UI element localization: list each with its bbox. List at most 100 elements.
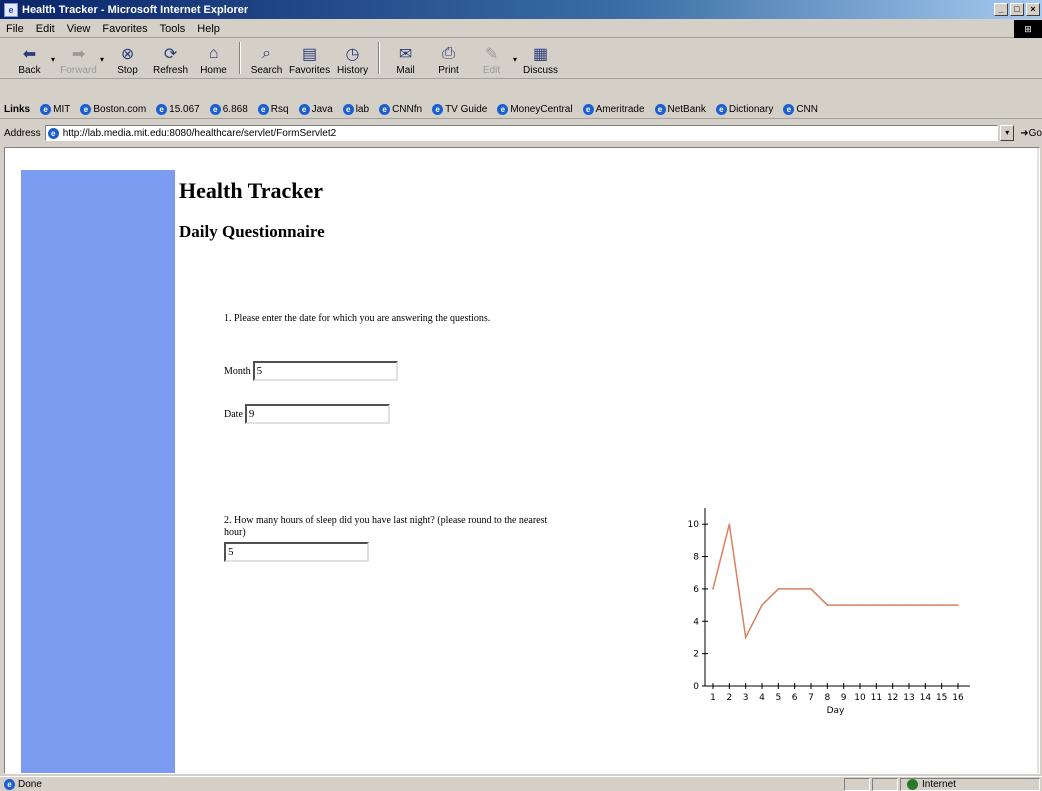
data-point <box>957 604 959 606</box>
print-icon: ⎙ <box>442 45 455 62</box>
ie-page-icon: e <box>582 104 594 115</box>
status-text: Done <box>18 778 42 790</box>
data-point <box>924 604 927 606</box>
window-title: Health Tracker - Microsoft Internet Expl… <box>22 3 249 16</box>
address-label: Address <box>4 127 41 139</box>
page-viewport: Health Tracker Daily Questionnaire 1. Pl… <box>4 147 1040 774</box>
x-tick-label: 1 <box>710 693 716 703</box>
back-dropdown-icon[interactable]: ▾ <box>51 55 55 64</box>
link-tv-guide[interactable]: e TV Guide <box>432 104 487 115</box>
windows-logo-icon: ⊞ <box>1014 20 1042 38</box>
standard-toolbar: ⬅ Back ▾ ➡ Forward ▾ ⊗ Stop ⟳ Refresh ⌂ Home … <box>0 39 1042 79</box>
menu-favorites[interactable]: Favorites <box>102 23 147 35</box>
ie-page-icon: e <box>209 104 221 115</box>
data-point <box>728 523 731 525</box>
sidebar-panel <box>21 170 175 773</box>
link-dictionary[interactable]: e Dictionary <box>715 104 773 115</box>
ie-page-icon: e <box>783 104 795 115</box>
x-tick-label: 14 <box>920 693 932 703</box>
question-2-label: 2. How many hours of sleep did you have … <box>224 515 548 538</box>
data-point <box>761 604 763 606</box>
edit-button[interactable]: ✎ Edit <box>470 40 513 78</box>
data-point <box>793 588 796 590</box>
question-1-label: 1. Please enter the date for which you a… <box>224 313 491 324</box>
x-axis-label: Day <box>827 706 845 716</box>
link-15067[interactable]: e 15.067 <box>156 104 200 115</box>
page-content: Health Tracker Daily Questionnaire <box>179 178 1019 242</box>
print-button[interactable]: ⎙ Print <box>427 40 470 78</box>
forward-dropdown-icon[interactable]: ▾ <box>100 55 104 64</box>
data-point <box>859 604 861 606</box>
ie-page-icon: e <box>298 104 310 115</box>
home-button[interactable]: ⌂ Home <box>192 40 235 78</box>
x-tick-label: 8 <box>824 693 830 703</box>
back-button[interactable]: ⬅ Back <box>8 40 51 78</box>
data-point <box>744 636 747 639</box>
link-ameritrade[interactable]: e Ameritrade <box>582 104 645 115</box>
y-tick-label: 6 <box>693 585 699 595</box>
link-netbank[interactable]: e NetBank <box>654 104 706 115</box>
close-button[interactable]: × <box>1026 3 1040 16</box>
link-moneycentral[interactable]: e MoneyCentral <box>497 104 573 115</box>
address-input[interactable]: e http://lab.media.mit.edu:8080/healthca… <box>44 125 999 141</box>
x-tick-label: 6 <box>792 693 798 703</box>
link-6868[interactable]: e 6.868 <box>209 104 248 115</box>
month-input[interactable]: 5 <box>252 361 398 381</box>
link-rsq[interactable]: e Rsq <box>257 104 289 115</box>
favorites-button[interactable]: ▤ Favorites <box>288 40 331 78</box>
date-input[interactable]: 9 <box>244 404 390 424</box>
link-cnn[interactable]: e CNN <box>783 104 818 115</box>
ie-page-icon: e <box>342 104 354 115</box>
menu-view[interactable]: View <box>67 23 91 35</box>
title-bar: e Health Tracker - Microsoft Internet Ex… <box>0 0 1042 19</box>
edit-dropdown-icon[interactable]: ▾ <box>513 55 517 64</box>
forward-button[interactable]: ➡ Forward <box>57 40 100 78</box>
refresh-button[interactable]: ⟳ Refresh <box>149 40 192 78</box>
link-mit[interactable]: e MIT <box>40 104 70 115</box>
ie-page-icon: e <box>497 104 509 115</box>
data-point <box>908 604 910 606</box>
sleep-hours-input[interactable]: 5 <box>224 542 369 562</box>
address-dropdown-icon[interactable]: ▾ <box>1000 125 1015 141</box>
link-boston[interactable]: e Boston.com <box>80 104 146 115</box>
ie-page-icon: e <box>156 104 168 115</box>
y-tick-label: 2 <box>693 650 699 660</box>
status-bar: e Done Internet <box>0 776 1042 791</box>
ie-page-icon: e <box>715 104 727 115</box>
security-zone: Internet <box>900 777 1040 791</box>
data-point <box>940 604 943 606</box>
ie-page-icon: e <box>379 104 391 115</box>
mail-icon: ✉ <box>398 46 413 63</box>
toolbar-separator <box>239 42 242 74</box>
menu-file[interactable]: File <box>6 23 24 35</box>
menu-help[interactable]: Help <box>197 23 220 35</box>
history-button[interactable]: ◷ History <box>331 40 374 78</box>
x-tick-label: 3 <box>743 693 749 703</box>
maximize-button[interactable]: □ <box>1010 3 1024 16</box>
y-tick-label: 4 <box>693 617 699 627</box>
menu-tools[interactable]: Tools <box>160 23 186 35</box>
sleep-field-row: 5 <box>224 542 369 562</box>
link-java[interactable]: e Java <box>298 104 333 115</box>
go-button[interactable]: ➜Go <box>1020 128 1042 139</box>
ie-page-icon: e <box>257 104 269 115</box>
refresh-icon: ⟳ <box>163 46 178 63</box>
discuss-button[interactable]: ▦ Discuss <box>519 40 562 78</box>
link-cnnfn[interactable]: e CNNfn <box>379 104 422 115</box>
favorites-icon: ▤ <box>301 46 318 63</box>
x-tick-label: 9 <box>841 693 847 703</box>
home-icon: ⌂ <box>208 45 219 62</box>
x-tick-label: 11 <box>871 693 882 703</box>
menu-edit[interactable]: Edit <box>36 23 55 35</box>
links-bar: Links e MIT e Boston.com e 15.067 e 6.868 eR… <box>0 101 1042 119</box>
link-lab[interactable]: e lab <box>342 104 369 115</box>
search-icon: ⌕ <box>262 45 272 62</box>
data-point <box>842 604 845 606</box>
mail-button[interactable]: ✉ Mail <box>384 40 427 78</box>
minimize-button[interactable]: _ <box>994 3 1008 16</box>
x-tick-label: 2 <box>726 693 732 703</box>
search-button[interactable]: ⌕ Search <box>245 40 288 78</box>
vertical-scrollbar[interactable] <box>1037 148 1039 773</box>
stop-button[interactable]: ⊗ Stop <box>106 40 149 78</box>
x-tick-label: 12 <box>887 693 898 703</box>
